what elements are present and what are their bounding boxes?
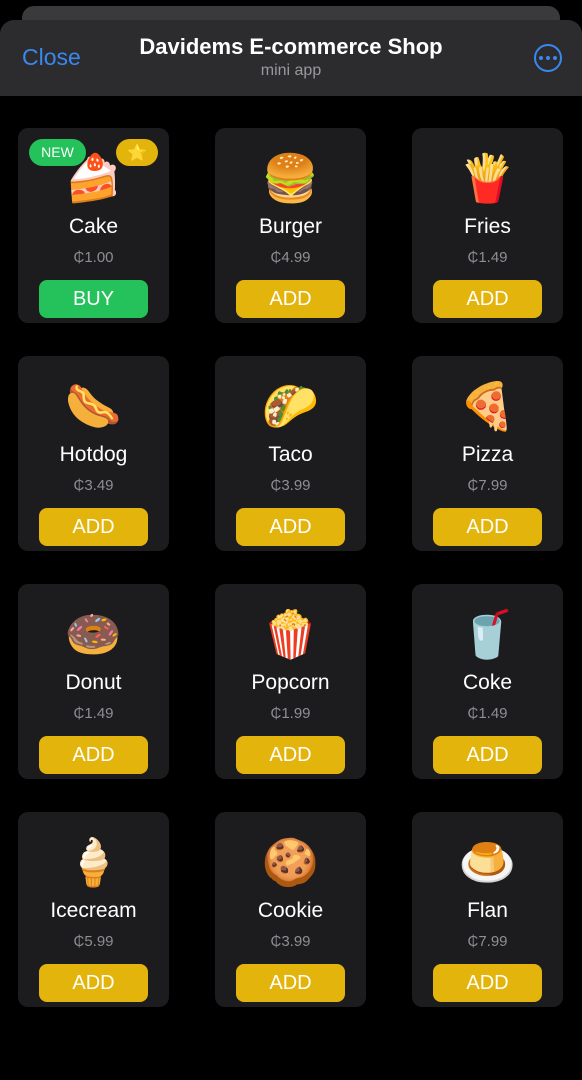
add-button[interactable]: ADD [236, 508, 345, 546]
cookie-icon: 🍪 [261, 835, 320, 889]
close-button[interactable]: Close [22, 44, 81, 71]
more-dot [553, 56, 557, 60]
product-grid: NEW ⭐ 🍰 Cake ₵1.00 BUY 🍔 Burger ₵4.99 AD… [18, 128, 563, 1007]
add-button[interactable]: ADD [433, 964, 542, 1002]
product-price: ₵3.49 [73, 477, 114, 494]
product-card-taco: 🌮 Taco ₵3.99 ADD [215, 356, 366, 551]
product-name: Flan [467, 899, 508, 922]
title-block: Davidems E-commerce Shop mini app [100, 34, 482, 80]
add-button[interactable]: ADD [433, 280, 542, 318]
add-button[interactable]: ADD [236, 964, 345, 1002]
mini-app-header: Close Davidems E-commerce Shop mini app [0, 20, 582, 96]
product-card-popcorn: 🍿 Popcorn ₵1.99 ADD [215, 584, 366, 779]
product-card-coke: 🥤 Coke ₵1.49 ADD [412, 584, 563, 779]
donut-icon: 🍩 [64, 607, 123, 661]
product-price: ₵4.99 [270, 249, 311, 266]
app-title: Davidems E-commerce Shop [139, 34, 443, 59]
add-button[interactable]: ADD [236, 280, 345, 318]
app-subtitle: mini app [260, 62, 322, 79]
product-name: Cake [68, 215, 119, 238]
more-icon[interactable] [534, 44, 562, 72]
product-card-flan: 🍮 Flan ₵7.99 ADD [412, 812, 563, 1007]
product-price: ₵1.49 [467, 249, 508, 266]
product-card-pizza: 🍕 Pizza ₵7.99 ADD [412, 356, 563, 551]
product-name: Popcorn [251, 671, 330, 694]
product-name: Icecream [50, 899, 137, 922]
product-price: ₵3.99 [270, 477, 311, 494]
product-name: Cookie [257, 899, 324, 922]
product-name: Burger [258, 215, 323, 238]
product-name: Donut [65, 671, 122, 694]
product-price: ₵3.99 [270, 933, 311, 950]
flan-icon: 🍮 [458, 835, 517, 889]
cake-icon: 🍰 [64, 151, 123, 205]
burger-icon: 🍔 [261, 151, 320, 205]
more-dot [546, 56, 550, 60]
buy-button[interactable]: BUY [39, 280, 148, 318]
product-card-icecream: 🍦 Icecream ₵5.99 ADD [18, 812, 169, 1007]
product-card-donut: 🍩 Donut ₵1.49 ADD [18, 584, 169, 779]
more-dot [539, 56, 543, 60]
product-price: ₵1.99 [270, 705, 311, 722]
product-name: Taco [268, 443, 313, 466]
ice-cream-icon: 🍦 [64, 835, 123, 889]
product-price: ₵1.49 [73, 705, 114, 722]
product-card-burger: 🍔 Burger ₵4.99 ADD [215, 128, 366, 323]
pizza-icon: 🍕 [458, 379, 517, 433]
product-card-hotdog: 🌭 Hotdog ₵3.49 ADD [18, 356, 169, 551]
add-button[interactable]: ADD [39, 964, 148, 1002]
product-price: ₵7.99 [467, 477, 508, 494]
product-card-fries: 🍟 Fries ₵1.49 ADD [412, 128, 563, 323]
product-price: ₵7.99 [467, 933, 508, 950]
product-name: Fries [464, 215, 511, 238]
product-card-cake: NEW ⭐ 🍰 Cake ₵1.00 BUY [18, 128, 169, 323]
add-button[interactable]: ADD [39, 508, 148, 546]
fries-icon: 🍟 [458, 151, 517, 205]
add-button[interactable]: ADD [236, 736, 345, 774]
product-price: ₵1.00 [73, 249, 114, 266]
product-name: Coke [462, 671, 513, 694]
product-name: Pizza [461, 443, 514, 466]
hotdog-icon: 🌭 [64, 379, 123, 433]
add-button[interactable]: ADD [433, 736, 542, 774]
product-name: Hotdog [59, 443, 128, 466]
product-card-cookie: 🍪 Cookie ₵3.99 ADD [215, 812, 366, 1007]
popcorn-icon: 🍿 [261, 607, 320, 661]
add-button[interactable]: ADD [433, 508, 542, 546]
product-price: ₵5.99 [73, 933, 114, 950]
cup-with-straw-icon: 🥤 [458, 607, 517, 661]
add-button[interactable]: ADD [39, 736, 148, 774]
taco-icon: 🌮 [261, 379, 320, 433]
product-price: ₵1.49 [467, 705, 508, 722]
